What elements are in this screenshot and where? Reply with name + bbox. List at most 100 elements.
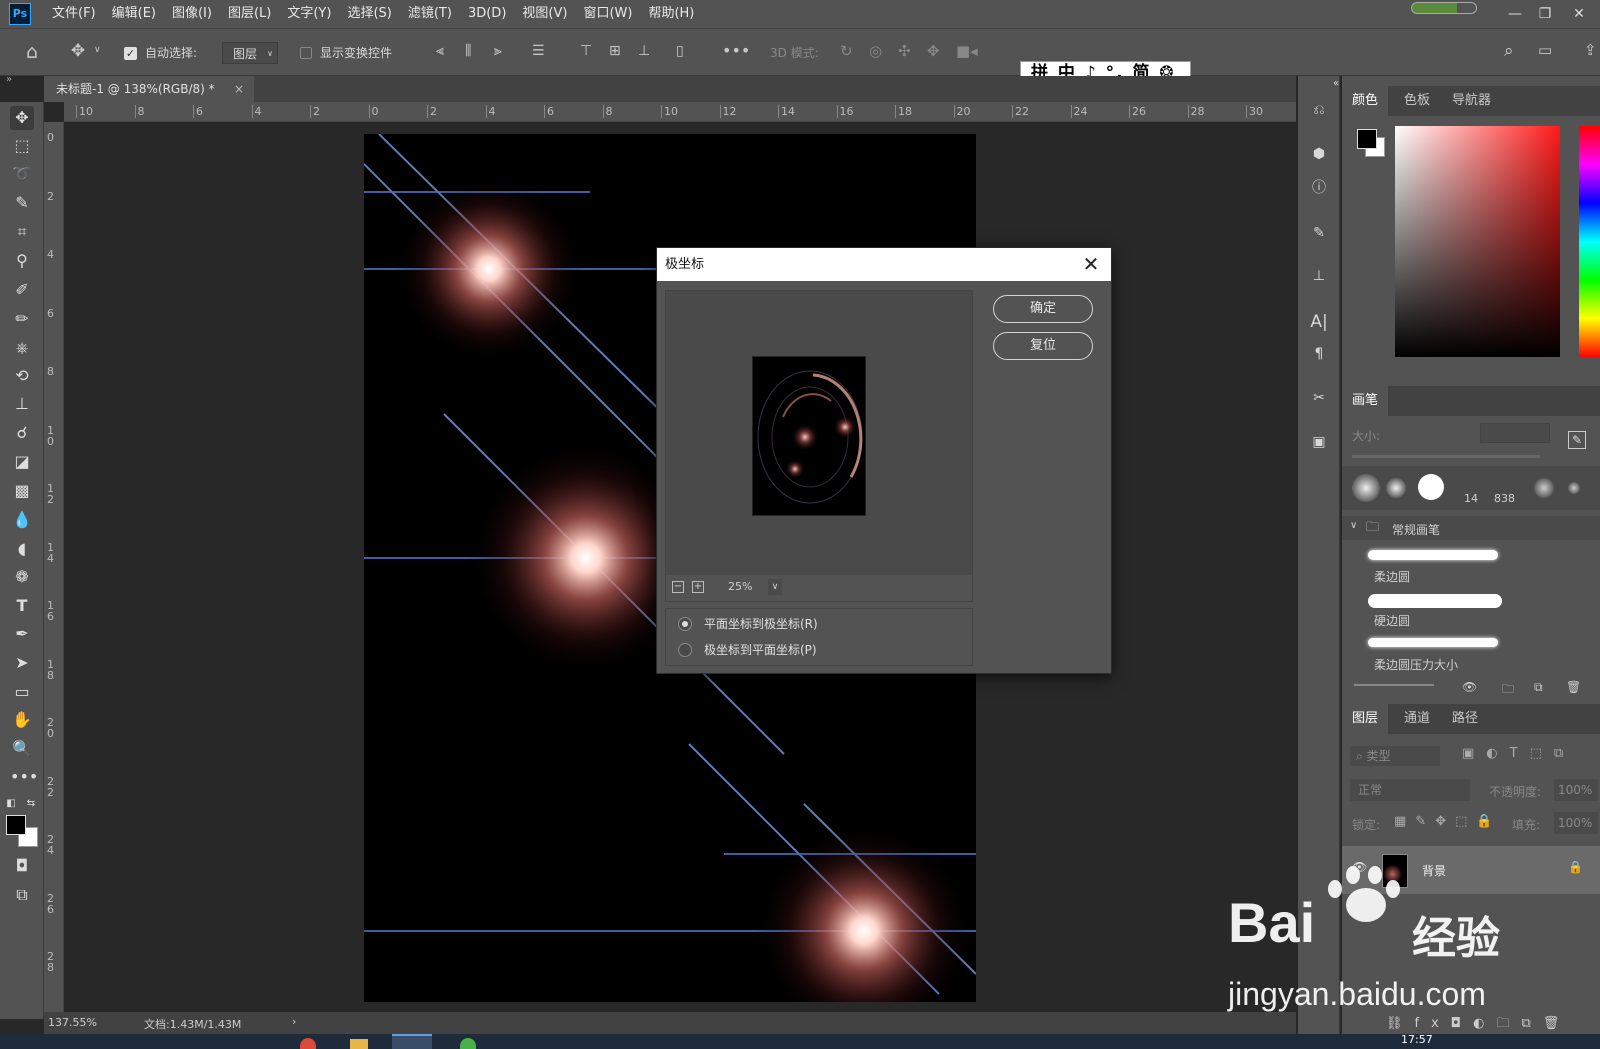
3d-pan-icon[interactable]: ✣	[898, 42, 911, 60]
reset-button[interactable]: 复位	[993, 332, 1093, 360]
image-filter-icon[interactable]: ▣	[1462, 746, 1486, 761]
path-select-tool-icon[interactable]: ➤	[10, 651, 34, 675]
lasso-tool-icon[interactable]: ➰	[10, 162, 34, 186]
marquee-tool-icon[interactable]: ⬚	[10, 134, 34, 158]
brush-group-header[interactable]: ∨ 🗀 常规画笔	[1342, 516, 1600, 540]
healing-brush-tool-icon[interactable]: ✐	[10, 278, 34, 302]
smudge-tool-icon[interactable]: ☌	[10, 421, 34, 445]
layer-fx-icon[interactable]: fx	[1415, 1016, 1451, 1031]
new-group-icon[interactable]: 🗀	[1502, 680, 1514, 701]
chevron-down-icon[interactable]: ∨	[94, 45, 101, 55]
tab-swatches[interactable]: 色板	[1404, 86, 1430, 116]
menu-type[interactable]: 文字(Y)	[279, 0, 339, 28]
eyedropper-tool-icon[interactable]: ⚲	[10, 249, 34, 273]
taskbar-active-app-icon[interactable]	[392, 1034, 432, 1049]
tab-color[interactable]: 颜色	[1342, 86, 1389, 116]
brush-preset-size[interactable]: 14	[1464, 492, 1478, 505]
swap-colors-icon[interactable]: ⇆	[24, 792, 38, 816]
lock-position-icon[interactable]: ✥	[1435, 814, 1455, 829]
group-layers-icon[interactable]: 🗀	[1496, 1016, 1521, 1031]
brush-preset[interactable]	[1418, 474, 1444, 500]
info-panel-icon[interactable]: ⓘ	[1307, 176, 1331, 200]
align-right-icon[interactable]: ⫸	[494, 43, 502, 59]
zoom-in-icon[interactable]: +	[692, 581, 704, 593]
trash-icon[interactable]: 🗑	[1566, 680, 1581, 694]
delete-layer-icon[interactable]: 🗑	[1543, 1016, 1572, 1031]
3d-roll-icon[interactable]: ◎	[869, 42, 882, 60]
rectangle-tool-icon[interactable]: ▭	[10, 680, 34, 704]
tab-channels[interactable]: 通道	[1404, 704, 1430, 734]
close-window-button[interactable]: ✕	[1566, 4, 1592, 24]
color-picker-field[interactable]	[1395, 126, 1560, 357]
more-tools-icon[interactable]: •••	[10, 765, 38, 789]
align-top-icon[interactable]: ⊤	[580, 43, 592, 59]
menu-layer[interactable]: 图层(L)	[220, 0, 279, 28]
layer-mask-icon[interactable]: ◘	[1451, 1016, 1473, 1031]
more-options-icon[interactable]: •••	[722, 41, 750, 60]
hue-slider[interactable]	[1579, 126, 1600, 357]
default-colors-icon[interactable]: ◧	[4, 792, 18, 816]
sponge-tool-icon[interactable]: ❁	[10, 565, 34, 589]
screen-mode-icon[interactable]: ⧉	[10, 883, 34, 907]
history-panel-icon[interactable]: ⎌	[1307, 98, 1331, 122]
menu-window[interactable]: 窗口(W)	[575, 0, 640, 28]
lock-all-icon[interactable]: 🔒	[1476, 814, 1501, 829]
lock-artboard-icon[interactable]: ⬚	[1455, 814, 1476, 829]
menu-image[interactable]: 图像(I)	[164, 0, 220, 28]
zoom-out-icon[interactable]: −	[672, 581, 684, 593]
history-brush-tool-icon[interactable]: ⟲	[10, 364, 34, 388]
visibility-toggle-icon[interactable]: 👁	[1462, 680, 1477, 694]
document-tab[interactable]: 未标题-1 @ 138%(RGB/8) * ×	[44, 76, 254, 102]
move-tool-icon[interactable]: ✥	[10, 106, 34, 130]
close-tab-icon[interactable]: ×	[234, 76, 244, 102]
menu-edit[interactable]: 编辑(E)	[104, 0, 164, 28]
brush-preset-size[interactable]: 838	[1494, 492, 1515, 505]
smart-object-filter-icon[interactable]: ⧉	[1554, 746, 1575, 761]
crop-tool-icon[interactable]: ⌗	[10, 220, 34, 244]
brush-scale-slider[interactable]	[1354, 684, 1434, 686]
brush-item[interactable]: 柔边圆压力大小	[1368, 634, 1502, 678]
stamp-tool-icon[interactable]: ⊥	[10, 392, 34, 416]
foreground-color-swatch[interactable]	[6, 815, 26, 835]
restore-button[interactable]: ❐	[1532, 4, 1558, 24]
align-middle-v-icon[interactable]: ⊞	[609, 43, 621, 59]
polar-to-rect-radio[interactable]	[678, 643, 692, 657]
auto-select-target-dropdown[interactable]: 图层 ∨	[222, 42, 278, 64]
align-left-icon[interactable]: ⫷	[436, 43, 444, 59]
adjustment-filter-icon[interactable]: ◐	[1486, 746, 1509, 761]
dodge-tool-icon[interactable]: ◖	[10, 537, 34, 561]
distribute-icon[interactable]: ☰	[532, 43, 545, 59]
adjustment-layer-icon[interactable]: ◐	[1473, 1016, 1496, 1031]
rect-to-polar-radio[interactable]	[678, 617, 692, 631]
menu-select[interactable]: 选择(S)	[339, 0, 399, 28]
menu-3d[interactable]: 3D(D)	[460, 0, 514, 28]
tab-layers[interactable]: 图层	[1342, 704, 1389, 734]
quick-mask-icon[interactable]: ◘	[10, 854, 34, 878]
3d-slide-icon[interactable]: ✥	[927, 42, 940, 60]
brush-preset[interactable]	[1534, 478, 1554, 498]
tab-paths[interactable]: 路径	[1452, 704, 1478, 734]
shape-filter-icon[interactable]: ⬚	[1530, 746, 1554, 761]
pen-tool-icon[interactable]: ✒	[10, 622, 34, 646]
type-tool-icon[interactable]: T	[10, 594, 34, 618]
new-brush-preset-icon[interactable]: ⧉	[1534, 680, 1543, 695]
align-center-h-icon[interactable]: ⫼	[465, 43, 471, 59]
taskbar-app-icon[interactable]	[300, 1038, 316, 1049]
lock-paint-icon[interactable]: ✎	[1415, 814, 1435, 829]
new-brush-icon[interactable]: ✎	[1568, 431, 1586, 449]
brush-item[interactable]: 柔边圆	[1368, 546, 1502, 590]
blend-mode-dropdown[interactable]: 正常	[1350, 779, 1470, 801]
opacity-input[interactable]: 100%	[1554, 779, 1598, 801]
brush-size-input[interactable]	[1480, 423, 1550, 443]
clone-source-icon[interactable]: ⊥	[1307, 264, 1331, 288]
minimize-button[interactable]: —	[1502, 4, 1528, 24]
layer-filter-dropdown[interactable]: ⌕ 类型	[1350, 746, 1440, 766]
link-layers-icon[interactable]: ⛓	[1386, 1016, 1415, 1031]
zoom-tool-icon[interactable]: 🔍	[10, 737, 34, 761]
zoom-level[interactable]: 137.55%	[48, 1016, 97, 1029]
lock-pixels-icon[interactable]: ▦	[1394, 814, 1415, 829]
new-layer-icon[interactable]: ⧉	[1521, 1016, 1542, 1031]
polar-to-rect-label[interactable]: 极坐标到平面坐标(P)	[704, 643, 817, 657]
brush-preset[interactable]	[1352, 474, 1380, 502]
close-icon[interactable]: ✕	[1079, 248, 1103, 281]
